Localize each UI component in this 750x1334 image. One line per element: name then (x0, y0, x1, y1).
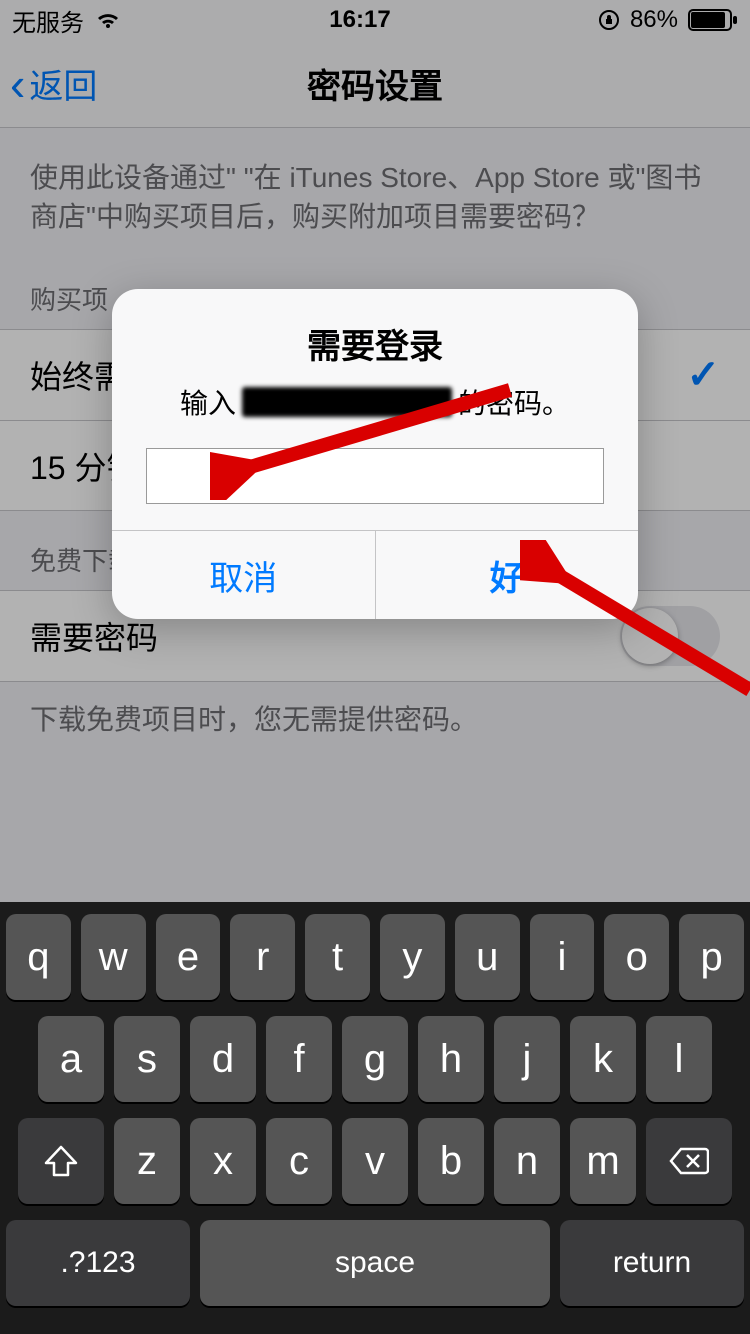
key-r[interactable]: r (230, 914, 295, 1000)
key-v[interactable]: v (342, 1118, 408, 1204)
shift-key[interactable] (18, 1118, 104, 1204)
dialog-msg-prefix: 输入 (180, 382, 236, 422)
delete-key[interactable] (646, 1118, 732, 1204)
key-q[interactable]: q (6, 914, 71, 1000)
key-a[interactable]: a (38, 1016, 104, 1102)
key-z[interactable]: z (114, 1118, 180, 1204)
key-e[interactable]: e (156, 914, 221, 1000)
key-o[interactable]: o (604, 914, 669, 1000)
keyboard-row-4: .?123 space return (6, 1220, 744, 1306)
key-h[interactable]: h (418, 1016, 484, 1102)
key-t[interactable]: t (305, 914, 370, 1000)
keyboard-row-1: qwertyuiop (6, 914, 744, 1000)
key-g[interactable]: g (342, 1016, 408, 1102)
key-s[interactable]: s (114, 1016, 180, 1102)
shift-icon (44, 1145, 78, 1177)
numeric-key[interactable]: .?123 (6, 1220, 190, 1306)
keyboard: qwertyuiop asdfghjkl zxcvbnm .?123 space… (0, 902, 750, 1334)
keyboard-row-3: zxcvbnm (6, 1118, 744, 1204)
key-j[interactable]: j (494, 1016, 560, 1102)
key-x[interactable]: x (190, 1118, 256, 1204)
dialog-message: 输入 的密码。 (142, 382, 608, 422)
key-b[interactable]: b (418, 1118, 484, 1204)
dialog-msg-suffix: 的密码。 (458, 382, 570, 422)
redacted-account-id (242, 387, 452, 417)
cancel-button[interactable]: 取消 (112, 531, 376, 619)
key-m[interactable]: m (570, 1118, 636, 1204)
password-input[interactable] (146, 448, 604, 504)
dialog-title: 需要登录 (142, 319, 608, 368)
key-l[interactable]: l (646, 1016, 712, 1102)
key-c[interactable]: c (266, 1118, 332, 1204)
key-n[interactable]: n (494, 1118, 560, 1204)
key-w[interactable]: w (81, 914, 146, 1000)
space-key[interactable]: space (200, 1220, 550, 1306)
key-y[interactable]: y (380, 914, 445, 1000)
key-p[interactable]: p (679, 914, 744, 1000)
return-key[interactable]: return (560, 1220, 744, 1306)
keyboard-row-2: asdfghjkl (6, 1016, 744, 1102)
key-i[interactable]: i (530, 914, 595, 1000)
backspace-icon (669, 1146, 709, 1176)
key-k[interactable]: k (570, 1016, 636, 1102)
key-f[interactable]: f (266, 1016, 332, 1102)
login-dialog: 需要登录 输入 的密码。 取消 好 (112, 289, 638, 619)
ok-button[interactable]: 好 (376, 531, 639, 619)
key-u[interactable]: u (455, 914, 520, 1000)
key-d[interactable]: d (190, 1016, 256, 1102)
